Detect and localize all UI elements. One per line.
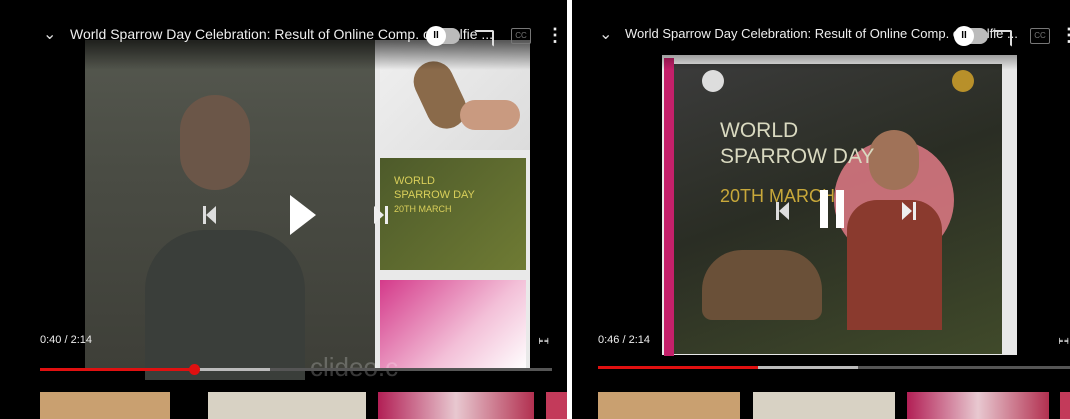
fullscreen-icon[interactable]: ⌞⌟ ⌜⌝ [538,331,549,351]
logo-left [702,70,724,92]
pause-icon[interactable] [820,190,844,228]
time-display: 0:40 / 2:14 [40,334,92,346]
thumbnail[interactable] [1060,392,1070,419]
pause-icon: II [426,26,446,46]
next-icon[interactable] [902,202,916,220]
cast-icon[interactable] [474,30,494,47]
autoplay-toggle[interactable]: II [954,26,988,46]
sparrow-day-image: WORLD SPARROW DAY 20TH MARCH [380,158,526,270]
next-icon[interactable] [374,206,388,224]
played-bar [40,368,194,371]
thumbnail[interactable] [208,392,366,419]
left-player: WORLD SPARROW DAY 20TH MARCH ⌄ World Spa… [0,0,567,419]
thumbnail-strip [40,392,567,419]
more-options-icon[interactable]: ⋮ [546,25,564,46]
played-bar [598,366,759,369]
thumb-line-3: 20TH MARCH [394,204,452,214]
logo-right [952,70,974,92]
sparrows-image [702,250,822,320]
pink-pattern-image [380,280,526,370]
autoplay-toggle[interactable]: II [426,26,460,46]
video-text: WORLD SPARROW DAY [720,118,874,170]
cast-icon[interactable] [992,30,1012,47]
thumbnail[interactable] [40,392,170,419]
thumbnail[interactable] [598,392,740,419]
fullscreen-icon[interactable]: ⌞⌟ ⌜⌝ [1058,331,1069,351]
thumbnail-strip [598,392,1070,419]
thumb-line-1: WORLD [394,175,435,187]
time-display: 0:46 / 2:14 [598,334,650,346]
thumbnail[interactable] [378,392,534,419]
previous-icon[interactable] [776,202,790,220]
right-player: WORLD SPARROW DAY 20TH MARCH ⌄ World Spa… [572,0,1070,419]
video-frame[interactable] [85,40,375,380]
captions-icon[interactable]: CC [1030,28,1050,44]
pause-icon: II [954,26,974,46]
thumbnail[interactable] [753,392,895,419]
thumbnail[interactable] [907,392,1049,419]
thumb-line-2: SPARROW DAY [394,189,475,201]
chevron-down-icon[interactable]: ⌄ [43,27,57,43]
previous-icon[interactable] [203,206,217,224]
play-icon[interactable] [290,195,316,235]
more-options-icon[interactable]: ⋮ [1060,25,1070,46]
top-bar: ⌄ World Sparrow Day Celebration: Result … [572,0,1070,70]
pink-stripe [664,58,674,356]
video-text-line-2: SPARROW DAY [720,145,875,168]
captions-icon[interactable]: CC [511,28,531,44]
scrubber-handle[interactable] [188,364,200,375]
chevron-down-icon[interactable]: ⌄ [599,27,613,43]
thumbnail[interactable] [546,392,567,419]
top-bar: ⌄ World Sparrow Day Celebration: Result … [0,0,567,70]
speaker-image [145,60,305,380]
video-text-line-1: WORLD [720,119,799,142]
